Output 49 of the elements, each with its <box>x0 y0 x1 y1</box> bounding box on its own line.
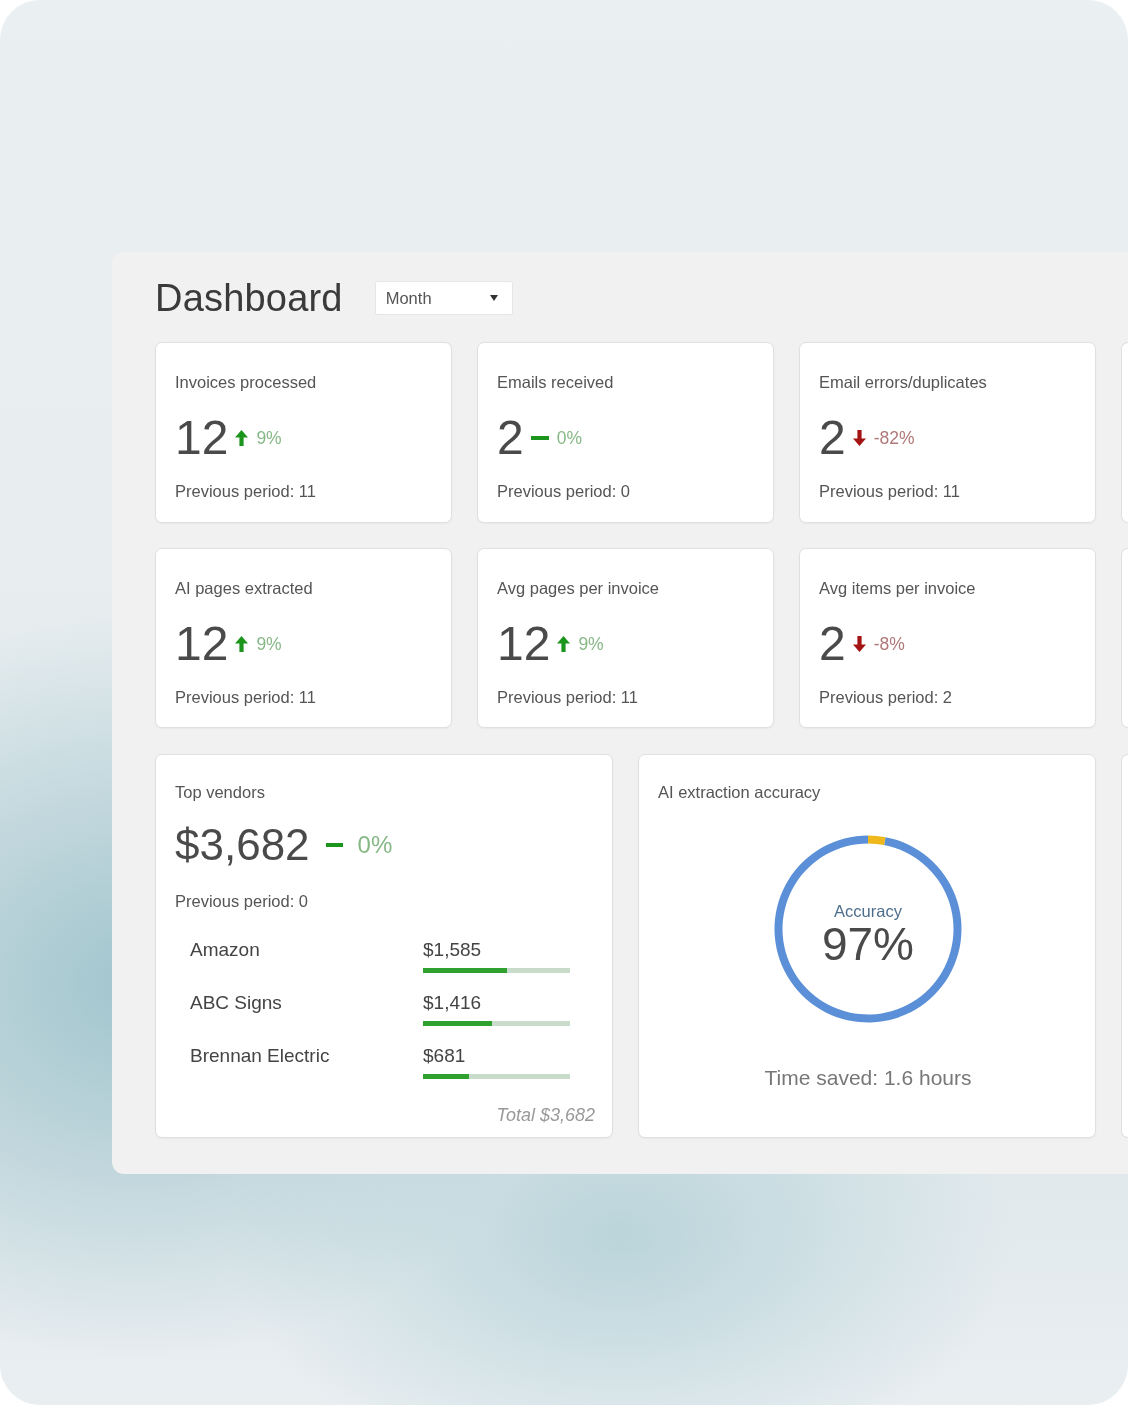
vendor-name: Brennan Electric <box>190 1046 331 1066</box>
stat-value: 2 <box>497 412 524 464</box>
up-arrow-icon <box>557 636 571 652</box>
change-percent: -82% <box>873 427 915 449</box>
caret-icon <box>489 295 498 301</box>
time-saved: Time saved: 1.6 hours <box>763 1065 973 1091</box>
dash-icon <box>325 843 343 847</box>
total-amount: Total $3,682 <box>495 1105 595 1125</box>
card-label: AI pages extracted <box>175 578 314 598</box>
change-percent: 9% <box>256 633 282 655</box>
card-label: Invoices processed <box>175 372 318 392</box>
accuracy-label: Accuracy <box>834 901 902 921</box>
stat-value: $3,682 <box>175 819 310 871</box>
previous-period: Previous period: 11 <box>819 481 961 501</box>
change-percent: 0% <box>556 427 582 449</box>
stat-value: 12 <box>175 618 229 670</box>
change-percent: 9% <box>256 427 282 449</box>
previous-period: Previous period: 0 <box>175 891 309 911</box>
previous-period: Previous period: 0 <box>497 481 631 501</box>
stat-value: 2 <box>819 412 846 464</box>
accuracy-value: 97% <box>821 921 915 967</box>
change-percent: 0% <box>357 830 393 860</box>
previous-period: Previous period: 2 <box>819 687 953 707</box>
card-label: Emails received <box>497 372 615 392</box>
vendor-amount: $1,585 <box>423 940 483 960</box>
card-label: Email errors/duplicates <box>819 372 988 392</box>
dash-icon <box>530 436 549 440</box>
stat-value: 12 <box>175 412 229 464</box>
up-arrow-icon <box>235 430 249 446</box>
card-label: AI extraction accuracy <box>658 782 822 802</box>
vendor-amount: $681 <box>423 1046 467 1066</box>
down-arrow-icon <box>852 636 866 652</box>
card-label: Avg pages per invoice <box>497 578 661 598</box>
change-percent: -8% <box>873 633 905 655</box>
vendor-name: Amazon <box>190 940 261 960</box>
period-dropdown[interactable]: Month <box>374 281 513 315</box>
change-percent: 9% <box>578 633 604 655</box>
stat-value: 2 <box>819 618 846 670</box>
down-arrow-icon <box>852 430 866 446</box>
previous-period: Previous period: 11 <box>175 687 317 707</box>
card-label: Avg items per invoice <box>819 578 977 598</box>
stat-value: 12 <box>497 618 551 670</box>
up-arrow-icon <box>235 636 249 652</box>
vendor-amount: $1,416 <box>423 993 483 1013</box>
page-title: Dashboard <box>155 276 343 321</box>
previous-period: Previous period: 11 <box>497 687 639 707</box>
vendor-name: ABC Signs <box>190 993 283 1013</box>
card-label: Top vendors <box>175 782 266 802</box>
previous-period: Previous period: 11 <box>175 481 317 501</box>
